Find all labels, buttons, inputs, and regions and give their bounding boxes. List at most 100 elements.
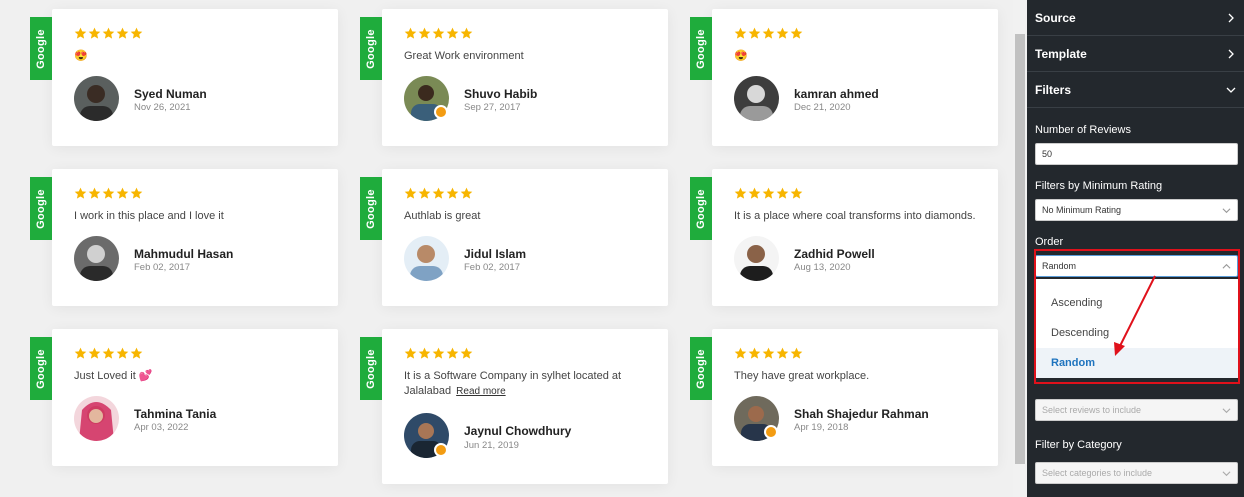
chevron-down-icon — [1222, 407, 1231, 413]
review-date: Nov 26, 2021 — [134, 102, 191, 113]
star-icon — [116, 27, 129, 39]
star-rating — [404, 187, 473, 203]
review-card[interactable]: Google It is a place where coal transfor… — [690, 169, 998, 306]
section-title: Filters — [1035, 82, 1072, 97]
order-label: Order — [1035, 236, 1064, 248]
star-icon — [460, 187, 473, 199]
avatar — [404, 236, 449, 281]
review-card[interactable]: Google 😍 kamran ahmed Dec 21, 2020 — [690, 9, 998, 146]
review-text-body: It is a Software Company in sylhet locat… — [404, 370, 622, 397]
star-icon — [762, 27, 775, 39]
star-icon — [116, 187, 129, 199]
chevron-up-icon — [1222, 263, 1231, 269]
star-rating — [734, 187, 803, 203]
review-card[interactable]: Google 😍 Syed Numan Nov 26, 2021 — [30, 9, 338, 146]
google-badge: Google — [360, 337, 382, 400]
star-rating — [734, 27, 803, 43]
local-guide-icon — [764, 425, 778, 439]
star-icon — [102, 187, 115, 199]
star-icon — [130, 27, 143, 39]
star-rating — [74, 347, 143, 363]
star-icon — [88, 187, 101, 199]
avatar — [74, 236, 119, 281]
star-icon — [748, 347, 761, 359]
read-more-link[interactable]: Read more — [456, 386, 505, 397]
reviewer-name: Zadhid Powell — [794, 247, 875, 261]
select-value: No Minimum Rating — [1042, 205, 1122, 215]
reviews-canvas: Google 😍 Syed Numan Nov 26, 2021 Google … — [0, 0, 1013, 497]
review-card[interactable]: Google Authlab is great Jidul Islam Feb … — [360, 169, 668, 306]
review-date: Apr 19, 2018 — [794, 422, 849, 433]
google-badge: Google — [690, 17, 712, 80]
section-source[interactable]: Source — [1027, 0, 1244, 36]
star-icon — [446, 187, 459, 199]
chevron-down-icon — [1222, 470, 1231, 476]
scrollbar-thumb[interactable] — [1015, 34, 1025, 464]
star-icon — [790, 347, 803, 359]
star-icon — [762, 347, 775, 359]
google-badge: Google — [690, 177, 712, 240]
review-text: 😍 — [74, 50, 88, 62]
select-value: Random — [1042, 261, 1077, 271]
star-rating — [74, 27, 143, 43]
include-reviews-select[interactable]: Select reviews to include — [1035, 399, 1238, 421]
review-date: Dec 21, 2020 — [794, 102, 851, 113]
star-icon — [116, 347, 129, 359]
review-text: It is a place where coal transforms into… — [734, 210, 976, 222]
star-icon — [790, 27, 803, 39]
section-template[interactable]: Template — [1027, 36, 1244, 72]
select-placeholder: Select reviews to include — [1042, 405, 1142, 415]
star-icon — [776, 347, 789, 359]
avatar — [74, 396, 119, 441]
review-card[interactable]: Google They have great workplace. Shah S… — [690, 329, 998, 466]
star-icon — [762, 187, 775, 199]
star-icon — [460, 27, 473, 39]
chevron-right-icon — [1228, 49, 1234, 58]
star-rating — [734, 347, 803, 363]
review-card[interactable]: Google Great Work environment Shuvo Habi… — [360, 9, 668, 146]
min-rating-label: Filters by Minimum Rating — [1035, 180, 1163, 192]
category-select[interactable]: Select categories to include — [1035, 462, 1238, 484]
star-rating — [404, 27, 473, 43]
category-label: Filter by Category — [1035, 439, 1122, 451]
star-icon — [130, 187, 143, 199]
chevron-down-icon — [1226, 87, 1236, 93]
scrollbar[interactable] — [1013, 0, 1027, 497]
star-icon — [446, 27, 459, 39]
star-icon — [432, 27, 445, 39]
review-text: Authlab is great — [404, 210, 481, 222]
reviewer-name: Shah Shajedur Rahman — [794, 407, 929, 421]
google-badge: Google — [360, 17, 382, 80]
google-badge: Google — [30, 337, 52, 400]
min-rating-select[interactable]: No Minimum Rating — [1035, 199, 1238, 221]
star-icon — [404, 187, 417, 199]
star-icon — [446, 347, 459, 359]
star-icon — [88, 347, 101, 359]
review-date: Feb 02, 2017 — [134, 262, 190, 273]
number-of-reviews-label: Number of Reviews — [1035, 124, 1131, 136]
review-text: Great Work environment — [404, 50, 524, 62]
star-icon — [130, 347, 143, 359]
review-card[interactable]: Google I work in this place and I love i… — [30, 169, 338, 306]
star-icon — [734, 187, 747, 199]
review-text: They have great workplace. — [734, 370, 870, 382]
star-icon — [734, 347, 747, 359]
avatar — [734, 76, 779, 121]
review-card[interactable]: Google Just Loved it 💕 Tahmina Tania Apr… — [30, 329, 338, 466]
input-value: 50 — [1042, 149, 1053, 159]
review-text: It is a Software Company in sylhet locat… — [404, 369, 654, 399]
review-date: Aug 13, 2020 — [794, 262, 851, 273]
star-icon — [734, 27, 747, 39]
section-filters[interactable]: Filters — [1027, 72, 1244, 108]
review-date: Feb 02, 2017 — [464, 262, 520, 273]
star-icon — [776, 27, 789, 39]
reviewer-name: Mahmudul Hasan — [134, 247, 234, 261]
avatar — [74, 76, 119, 121]
review-card[interactable]: Google It is a Software Company in sylhe… — [360, 329, 668, 484]
google-badge: Google — [30, 17, 52, 80]
settings-panel: Source Template Filters Number of Review… — [1027, 0, 1244, 497]
number-of-reviews-input[interactable]: 50 — [1035, 143, 1238, 165]
star-icon — [88, 27, 101, 39]
reviewer-name: Syed Numan — [134, 87, 207, 101]
review-text: 😍 — [734, 50, 748, 62]
